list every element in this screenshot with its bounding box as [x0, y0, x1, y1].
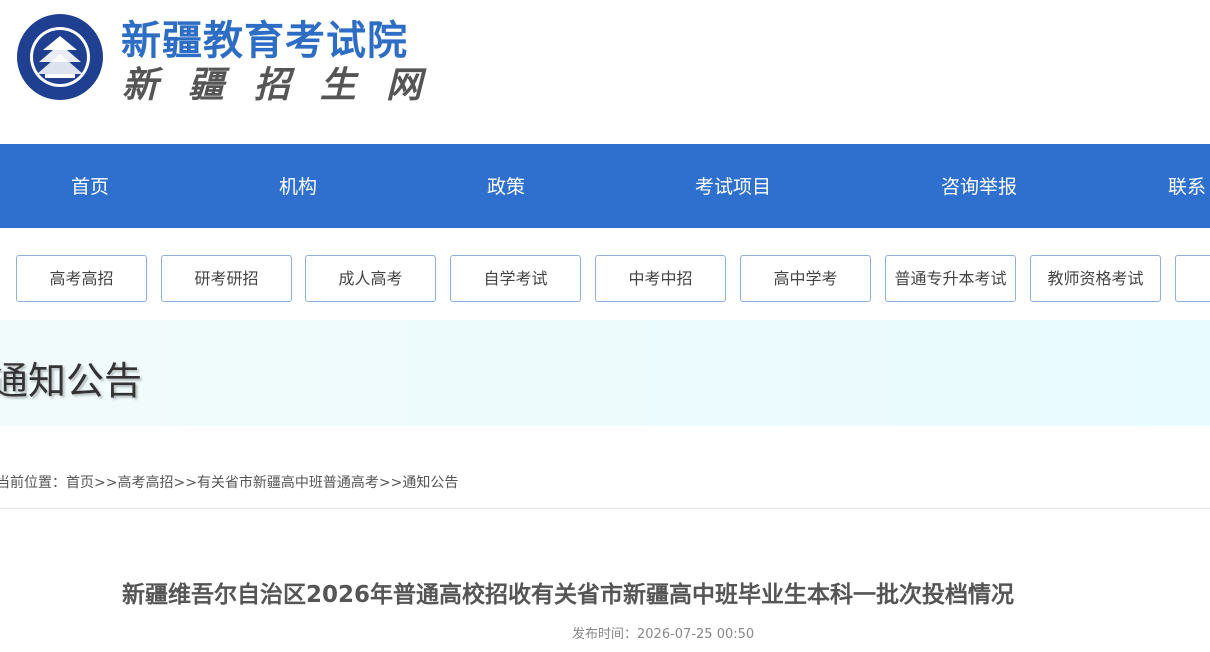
divider	[0, 508, 1210, 509]
tab-zhongkao[interactable]: 中考中招	[595, 255, 726, 302]
nav-item-contact[interactable]: 联系	[1168, 144, 1206, 228]
tab-self-study-exam[interactable]: 自学考试	[450, 255, 581, 302]
nav-item-exams[interactable]: 考试项目	[695, 144, 771, 228]
publish-date: 2026-07-25 00:50	[637, 627, 755, 642]
category-tab-bar: 高考高招 研考研招 成人高考 自学考试 中考中招 高中学考 普通专升本考试 教师…	[0, 228, 1210, 320]
tab-more[interactable]: 社	[1175, 255, 1210, 302]
publish-label: 发布时间：	[572, 627, 638, 642]
section-banner: 通知公告	[0, 320, 1210, 426]
main-nav: 首页 机构 政策 考试项目 咨询举报 联系	[0, 144, 1210, 228]
site-header: 新疆教育考试院 新疆招生网	[0, 0, 1210, 144]
logo-emblem-icon[interactable]	[15, 12, 105, 102]
tab-adult-exam[interactable]: 成人高考	[305, 255, 436, 302]
breadcrumb-notices[interactable]: 通知公告	[402, 475, 458, 491]
breadcrumb-separator: >>	[173, 475, 197, 491]
breadcrumb-separator: >>	[378, 475, 403, 491]
article-title: 新疆维吾尔自治区2026年普通高校招收有关省市新疆高中班毕业生本科一批次投档情况	[122, 582, 1015, 608]
article-meta: 发布时间：2026-07-25 00:50	[572, 623, 754, 642]
nav-item-organization[interactable]: 机构	[279, 144, 317, 228]
nav-item-consult-report[interactable]: 咨询举报	[941, 144, 1017, 228]
nav-item-policy[interactable]: 政策	[487, 144, 525, 228]
tab-high-school-exam[interactable]: 高中学考	[740, 255, 871, 302]
tab-teacher-cert[interactable]: 教师资格考试	[1030, 255, 1161, 302]
breadcrumb-separator: >>	[94, 475, 118, 491]
tab-upgrade-exam[interactable]: 普通专升本考试	[885, 255, 1016, 302]
breadcrumb-prefix: 当前位置：	[0, 475, 66, 491]
tab-graduate-exam[interactable]: 研考研招	[161, 255, 292, 302]
banner-title: 通知公告	[0, 359, 143, 403]
tab-gaokao[interactable]: 高考高招	[16, 255, 147, 302]
breadcrumb-xinjiang-class[interactable]: 有关省市新疆高中班普通高考	[197, 475, 379, 491]
site-subtitle: 新疆招生网	[122, 64, 453, 106]
breadcrumb: 当前位置：首页>>高考高招>>有关省市新疆高中班普通高考>>通知公告	[0, 472, 458, 492]
breadcrumb-gaokao[interactable]: 高考高招	[117, 475, 173, 491]
nav-item-home[interactable]: 首页	[71, 144, 109, 228]
breadcrumb-home[interactable]: 首页	[66, 475, 94, 491]
